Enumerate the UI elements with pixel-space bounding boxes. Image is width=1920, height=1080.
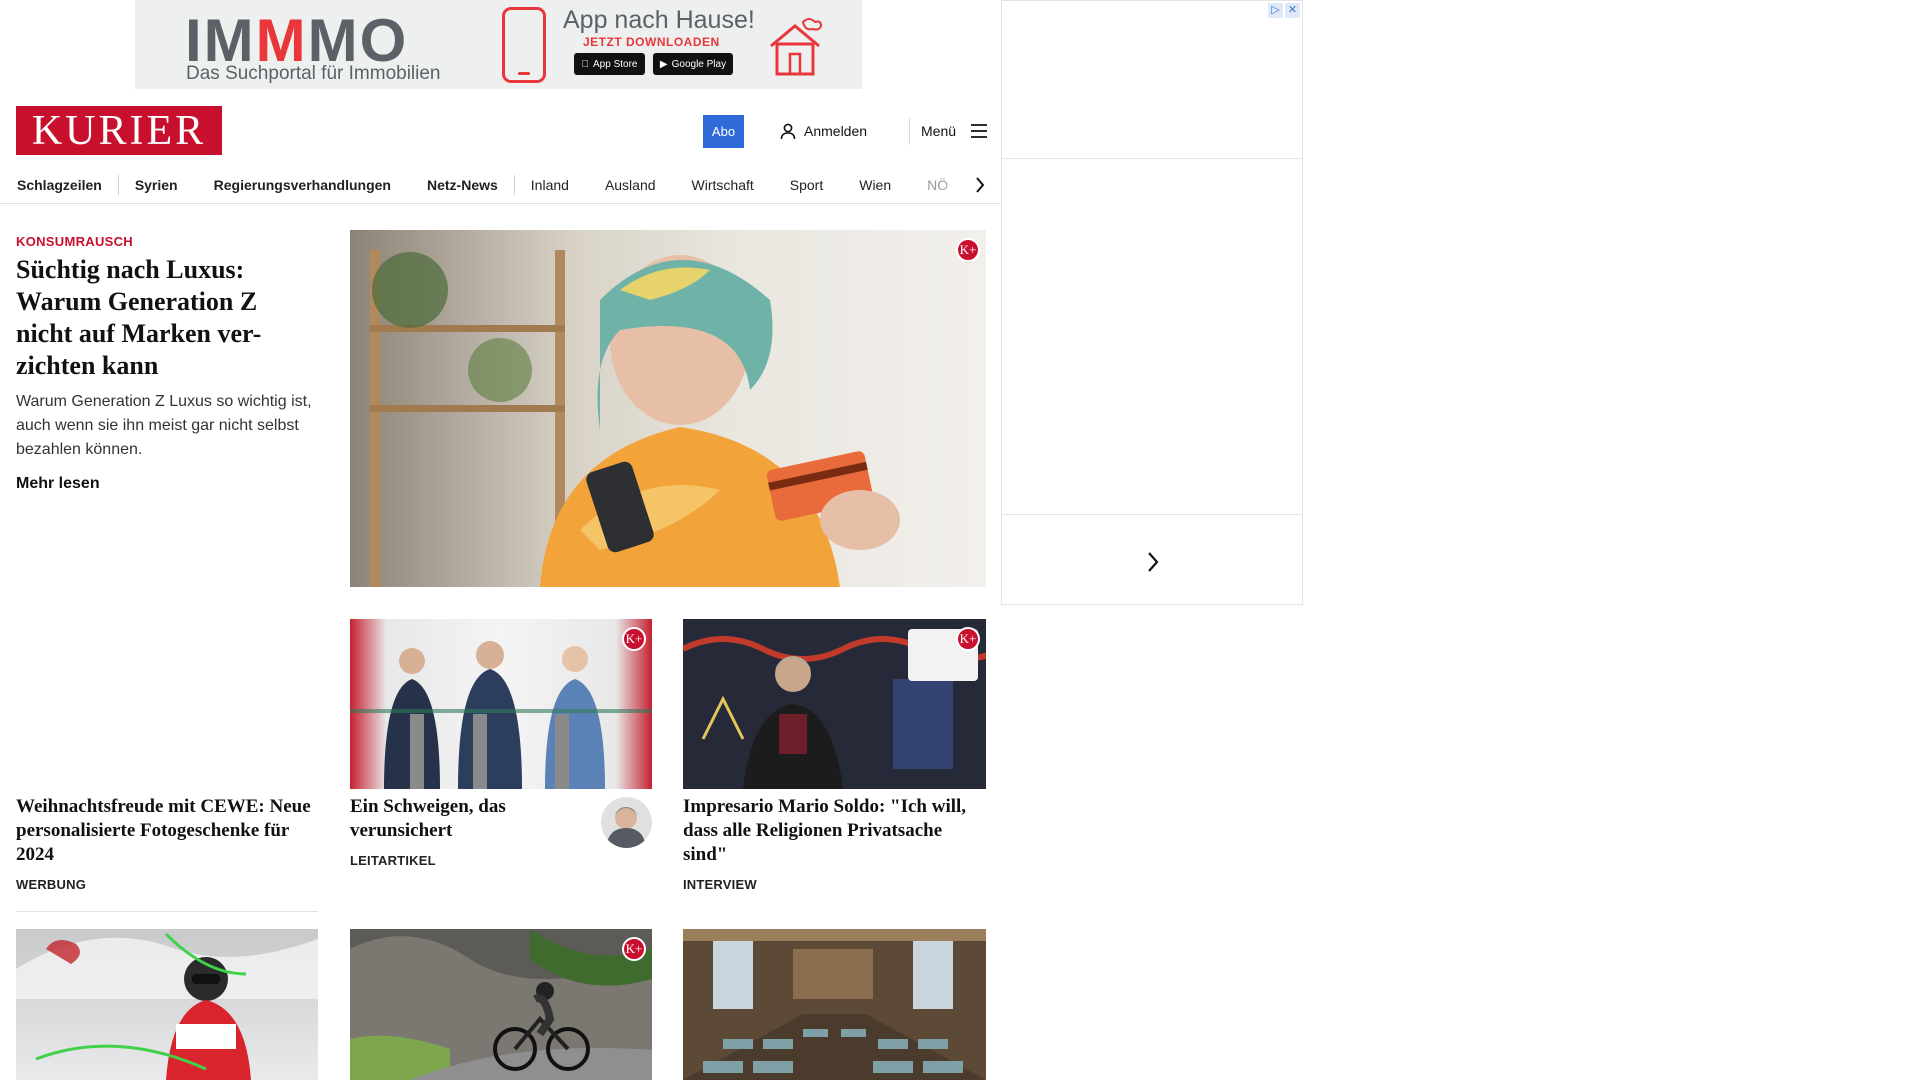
phone-icon	[502, 7, 546, 83]
card-title[interactable]: Weihnachtsfreude mit CEWE: Neue personal…	[16, 795, 322, 867]
kurier-logo[interactable]: KURIER	[16, 106, 222, 155]
card-image-politics[interactable]: K+	[350, 619, 652, 789]
header-divider	[909, 118, 910, 145]
hamburger-icon	[971, 124, 988, 138]
ad-info-icon[interactable]: ▷	[1268, 3, 1283, 18]
card-tag: LEITARTIKEL	[350, 853, 436, 868]
sidebar-ad[interactable]: ▷ ✕	[1001, 0, 1303, 605]
menu-button[interactable]: Menü	[921, 120, 988, 142]
ad-next-button[interactable]	[1138, 547, 1168, 577]
nav-item-wien[interactable]: Wien	[839, 177, 907, 193]
k-plus-badge: K+	[622, 627, 646, 651]
k-plus-badge: K+	[956, 627, 980, 651]
ad-tagline: Das Suchportal für Immobilien	[186, 63, 441, 84]
ad-choices[interactable]: ▷ ✕	[1268, 3, 1300, 18]
card-image-ski[interactable]	[16, 929, 318, 1080]
lead-teaser: Warum Generation Z Luxus so wichtig ist,…	[16, 393, 312, 458]
apple-icon: 	[582, 59, 590, 70]
ad-divider	[1002, 514, 1302, 515]
section-nav: Schlagzeilen Syrien Regierungsverhandlun…	[0, 166, 1001, 204]
card-image-museum[interactable]	[683, 929, 986, 1080]
k-plus-badge: K+	[956, 238, 980, 262]
nav-item-sport[interactable]: Sport	[770, 177, 839, 193]
top-banner-ad[interactable]: IMMMO Das Suchportal für Immobilien App …	[135, 0, 862, 89]
play-icon: ▶	[659, 58, 668, 70]
k-plus-badge: K+	[622, 937, 646, 961]
ad-headline: App nach Hause!	[563, 6, 755, 34]
nav-item-ausland[interactable]: Ausland	[585, 177, 672, 193]
row-divider	[16, 911, 318, 912]
nav-item-wirtschaft[interactable]: Wirtschaft	[672, 177, 770, 193]
google-play-badge[interactable]: ▶ Google Play	[653, 53, 733, 75]
user-icon	[780, 123, 796, 139]
card-image-cycling[interactable]: K+	[350, 929, 652, 1080]
read-more-link[interactable]: Mehr lesen	[16, 475, 100, 493]
chevron-right-icon	[1148, 552, 1159, 572]
chevron-right-icon	[976, 177, 985, 193]
photo-mario-soldo	[683, 619, 986, 789]
author-avatar	[601, 797, 652, 848]
login-label: Anmelden	[804, 123, 868, 139]
login-button[interactable]: Anmelden	[780, 120, 867, 142]
card-title[interactable]: Impresario Mario Soldo: "Ich will, dass …	[683, 795, 986, 867]
house-icon	[770, 18, 823, 76]
ad-slot-top	[1002, 1, 1302, 159]
nav-item-syrien[interactable]: Syrien	[119, 177, 194, 193]
app-store-badge[interactable]: App Store	[574, 53, 645, 75]
photo-woman-shopping	[370, 250, 900, 587]
ad-close-icon[interactable]: ✕	[1285, 3, 1300, 18]
menu-label: Menü	[921, 123, 957, 139]
lead-kicker: KONSUMRAUSCH	[16, 234, 133, 249]
nav-item-netz-news[interactable]: Netz-News	[407, 177, 514, 193]
author-photo	[606, 807, 646, 848]
card-tag: WERBUNG	[16, 877, 87, 892]
card-title[interactable]: Ein Schweigen, das verunsichert	[350, 795, 580, 843]
nav-item-inland[interactable]: Inland	[515, 177, 585, 193]
photo-ski-racer	[16, 932, 318, 1080]
photo-museum-hall	[683, 929, 986, 1080]
ad-cta: JETZT DOWNLOADEN	[583, 35, 720, 49]
card-image-interview[interactable]: K+	[683, 619, 986, 789]
abo-button[interactable]: Abo	[703, 115, 744, 148]
lead-headline[interactable]: Süchtig nach Luxus: Warum Generation Z n…	[16, 254, 316, 382]
card-tag: INTERVIEW	[683, 877, 757, 892]
nav-scroll-button[interactable]	[968, 173, 992, 197]
lead-image[interactable]: K+	[350, 230, 986, 587]
nav-item-regierungsverhandlungen[interactable]: Regierungsverhandlungen	[194, 177, 407, 193]
nav-item-schlagzeilen[interactable]: Schlagzeilen	[0, 177, 118, 193]
photo-cyclist	[350, 929, 652, 1080]
photo-politicians-podium	[350, 641, 652, 789]
